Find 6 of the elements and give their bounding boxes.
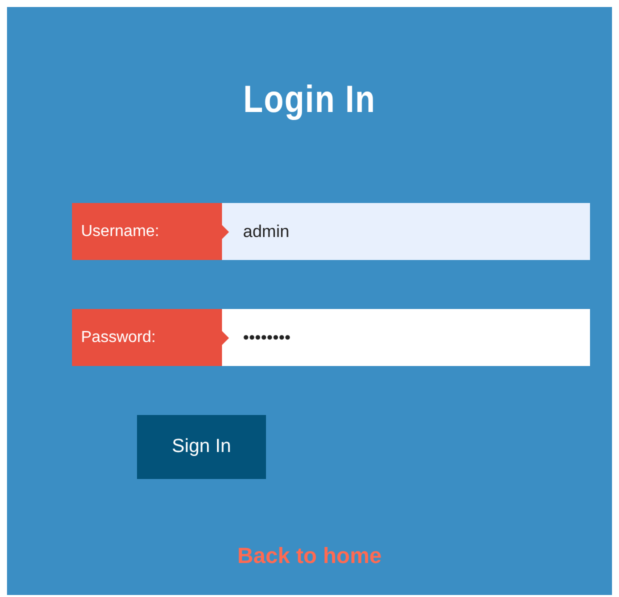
field-label: Username: <box>72 203 229 260</box>
page-title: Login In <box>242 79 377 121</box>
sign-in-button[interactable]: Sign In <box>137 415 266 479</box>
field-label: Password: <box>72 309 229 366</box>
input-field[interactable]: admin <box>222 203 590 260</box>
input-field[interactable]: •••••••• <box>222 309 590 366</box>
